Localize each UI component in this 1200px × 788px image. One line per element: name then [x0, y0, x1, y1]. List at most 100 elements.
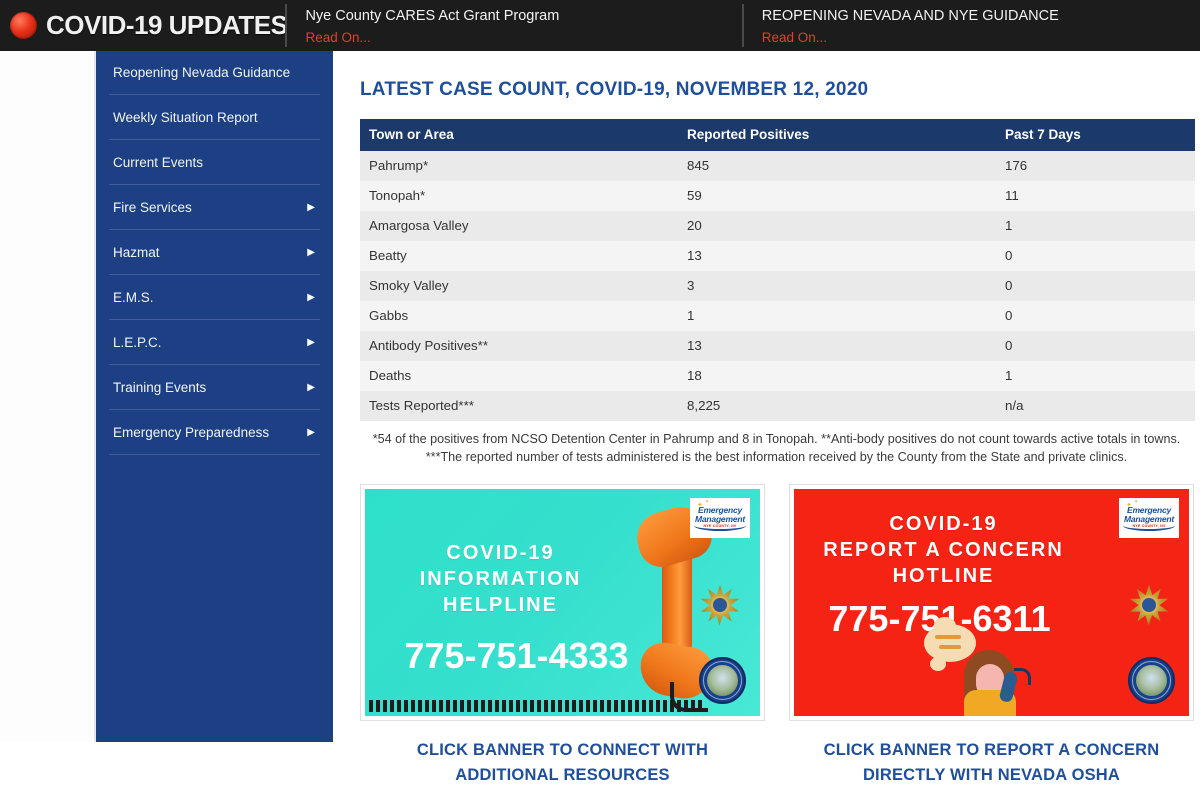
- nye-county-seal-icon: [1128, 656, 1175, 704]
- banner-row: COVID-19 INFORMATION HELPLINE 775-751-43…: [360, 483, 1195, 721]
- cell-town: Deaths: [360, 360, 678, 391]
- page-root: COVID-19 UPDATES Nye County CARES Act Gr…: [0, 0, 1200, 784]
- banner-caption-row: CLICK BANNER TO CONNECT WITH ADDITIONAL …: [360, 738, 1195, 788]
- cell-town: Smoky Valley: [360, 270, 678, 301]
- chevron-right-icon[interactable]: ▶: [307, 382, 315, 393]
- topbar-read-on-link[interactable]: Read On...: [305, 28, 743, 47]
- banner-heading-line1: COVID-19: [889, 512, 998, 535]
- banner-artwork: COVID-19 INFORMATION HELPLINE 775-751-43…: [365, 488, 760, 716]
- banner-heading-line2: REPORT A CONCERN: [823, 538, 1064, 561]
- sidebar-item-label: Hazmat: [113, 244, 160, 260]
- banner-heading: COVID-19 INFORMATION HELPLINE: [365, 540, 698, 618]
- column-header-reported-positives: Reported Positives: [678, 118, 996, 151]
- chevron-right-icon[interactable]: ▶: [307, 292, 315, 303]
- person-on-phone-icon: [924, 616, 1034, 716]
- banner-heading-line3: HELPLINE: [443, 593, 558, 616]
- red-alert-dot-icon: [10, 12, 37, 39]
- cell-past-7-days: 0: [996, 330, 1195, 361]
- sidebar-item-training-events[interactable]: Training Events ▶: [96, 365, 333, 410]
- chevron-right-icon[interactable]: ▶: [307, 202, 315, 213]
- topbar-read-on-link[interactable]: Read On...: [762, 28, 1200, 47]
- caption-line1: CLICK BANNER TO CONNECT WITH: [416, 740, 709, 759]
- sidebar-item-label: Weekly Situation Report: [113, 109, 258, 125]
- cell-town: Amargosa Valley: [360, 210, 678, 241]
- table-row: Smoky Valley 3 0: [360, 270, 1195, 301]
- chevron-right-icon[interactable]: ▶: [307, 337, 315, 348]
- banner-caption-helpline[interactable]: CLICK BANNER TO CONNECT WITH ADDITIONAL …: [360, 738, 765, 788]
- cell-town: Tests Reported***: [360, 390, 678, 421]
- nye-county-seal-icon: [699, 656, 746, 704]
- cell-town: Beatty: [360, 240, 678, 271]
- table-row: Beatty 13 0: [360, 240, 1195, 271]
- page-title: LATEST CASE COUNT, COVID-19, NOVEMBER 12…: [360, 78, 869, 100]
- banner-heading-line3: HOTLINE: [892, 564, 995, 587]
- covid-updates-topbar: COVID-19 UPDATES Nye County CARES Act Gr…: [0, 0, 1200, 51]
- sidebar-item-label: Training Events: [113, 379, 207, 395]
- table-row: Amargosa Valley 20 1: [360, 210, 1195, 241]
- chevron-right-icon[interactable]: ▶: [307, 427, 315, 438]
- banner-heading: COVID-19 REPORT A CONCERN HOTLINE: [794, 511, 1141, 589]
- cell-reported-positives: 1: [678, 300, 996, 331]
- page-shell: Reopening Nevada Guidance Weekly Situati…: [0, 51, 1200, 784]
- main-content: LATEST CASE COUNT, COVID-19, NOVEMBER 12…: [333, 51, 1200, 784]
- sidebar-item-current-events[interactable]: Current Events: [96, 140, 333, 185]
- sidebar-item-fire-services[interactable]: Fire Services ▶: [96, 185, 333, 230]
- cell-reported-positives: 18: [678, 360, 996, 391]
- sidebar-nav: Reopening Nevada Guidance Weekly Situati…: [96, 51, 333, 742]
- table-footnote: *54 of the positives from NCSO Detention…: [372, 431, 1181, 464]
- caption-line2: DIRECTLY WITH NEVADA OSHA: [862, 765, 1121, 784]
- cell-past-7-days: 1: [996, 360, 1195, 391]
- sidebar-item-reopening-nevada-guidance[interactable]: Reopening Nevada Guidance: [96, 51, 333, 95]
- sidebar-item-ems[interactable]: E.M.S. ▶: [96, 275, 333, 320]
- table-row: Gabbs 1 0: [360, 300, 1195, 331]
- column-header-town: Town or Area: [360, 118, 678, 151]
- cell-reported-positives: 8,225: [678, 390, 996, 421]
- banner-phone-number: 775-751-4333: [404, 634, 629, 676]
- sidebar-item-label: E.M.S.: [113, 289, 154, 305]
- cell-past-7-days: 1: [996, 210, 1195, 241]
- banner-caption-report-concern[interactable]: CLICK BANNER TO REPORT A CONCERN DIRECTL…: [789, 738, 1194, 788]
- cell-past-7-days: 0: [996, 240, 1195, 271]
- sidebar-item-label: Current Events: [113, 154, 204, 170]
- table-row: Tests Reported*** 8,225 n/a: [360, 390, 1195, 421]
- banner-column-helpline: COVID-19 INFORMATION HELPLINE 775-751-43…: [360, 483, 765, 721]
- cell-reported-positives: 3: [678, 270, 996, 301]
- cell-reported-positives: 845: [678, 150, 996, 181]
- table-row: Pahrump* 845 176: [360, 150, 1195, 181]
- case-count-table: Town or Area Reported Positives Past 7 D…: [360, 118, 1195, 421]
- sheriff-star-badge-icon: [1129, 585, 1169, 625]
- cell-town: Pahrump*: [360, 150, 678, 181]
- table-row: Antibody Positives** 13 0: [360, 330, 1195, 361]
- topbar-brand: COVID-19 UPDATES: [0, 0, 288, 51]
- emergency-management-logo: ✦ ✦ Emergency Management NYE COUNTY, NV: [1119, 497, 1179, 538]
- covid-information-helpline-banner[interactable]: COVID-19 INFORMATION HELPLINE 775-751-43…: [360, 483, 765, 721]
- topbar-brand-label: COVID-19 UPDATES: [46, 10, 288, 40]
- cell-reported-positives: 13: [678, 240, 996, 271]
- table-header-row: Town or Area Reported Positives Past 7 D…: [360, 118, 1195, 151]
- sidebar-item-lepc[interactable]: L.E.P.C. ▶: [96, 320, 333, 365]
- covid-report-a-concern-hotline-banner[interactable]: COVID-19 REPORT A CONCERN HOTLINE 775-75…: [789, 483, 1194, 721]
- banner-column-report-concern: COVID-19 REPORT A CONCERN HOTLINE 775-75…: [789, 483, 1194, 721]
- table-row: Deaths 18 1: [360, 360, 1195, 391]
- cell-reported-positives: 59: [678, 180, 996, 211]
- sidebar-item-hazmat[interactable]: Hazmat ▶: [96, 230, 333, 275]
- left-gutter: [0, 51, 96, 742]
- topbar-news-item-1[interactable]: REOPENING NEVADA AND NYE GUIDANCE Read O…: [744, 0, 1200, 51]
- banner-artwork: COVID-19 REPORT A CONCERN HOTLINE 775-75…: [794, 488, 1189, 716]
- banner-heading-line2: INFORMATION: [419, 567, 582, 590]
- phone-cord-icon: [369, 699, 702, 712]
- table-row: Tonopah* 59 11: [360, 180, 1195, 211]
- sidebar-item-emergency-preparedness[interactable]: Emergency Preparedness ▶: [96, 410, 333, 455]
- column-header-past-7-days: Past 7 Days: [996, 118, 1195, 151]
- cell-past-7-days: 176: [996, 150, 1195, 181]
- cell-town: Antibody Positives**: [360, 330, 678, 361]
- banner-heading-line1: COVID-19: [446, 541, 555, 564]
- sidebar-item-weekly-situation-report[interactable]: Weekly Situation Report: [96, 95, 333, 140]
- sidebar-item-label: Fire Services: [113, 199, 192, 215]
- cell-past-7-days: n/a: [996, 390, 1195, 421]
- caption-line2: ADDITIONAL RESOURCES: [455, 765, 670, 784]
- chevron-right-icon[interactable]: ▶: [307, 247, 315, 258]
- topbar-news-item-0[interactable]: Nye County CARES Act Grant Program Read …: [287, 0, 744, 51]
- cell-past-7-days: 0: [996, 270, 1195, 301]
- sheriff-star-badge-icon: [700, 585, 740, 625]
